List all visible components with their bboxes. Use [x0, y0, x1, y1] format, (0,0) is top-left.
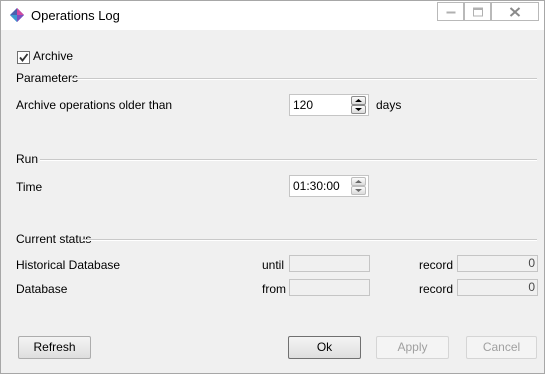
arrow-up-icon	[355, 180, 362, 183]
time-up-button[interactable]	[351, 177, 366, 186]
checkmark-icon	[19, 53, 29, 62]
parameters-divider	[72, 78, 537, 80]
parameters-section-title: Parameters	[16, 71, 79, 85]
close-button[interactable]	[491, 2, 539, 21]
minimize-button[interactable]	[437, 2, 464, 21]
time-spin[interactable]	[351, 176, 367, 196]
until-label: until	[262, 258, 285, 272]
refresh-button[interactable]: Refresh	[18, 336, 91, 359]
days-unit-label: days	[376, 98, 402, 112]
database-record-field: 0	[457, 279, 538, 296]
spin-down-button[interactable]	[351, 105, 366, 114]
archive-checkbox[interactable]	[17, 51, 30, 64]
time-label: Time	[16, 180, 43, 194]
arrow-down-icon	[355, 108, 362, 111]
maximize-icon	[472, 7, 483, 16]
time-value: 01:30:00	[293, 179, 340, 193]
cancel-button[interactable]: Cancel	[466, 336, 537, 359]
app-diamond-icon	[10, 8, 24, 22]
minimize-icon	[446, 11, 455, 13]
older-than-label: Archive operations older than	[16, 98, 173, 112]
maximize-button[interactable]	[464, 2, 491, 21]
from-label: from	[262, 282, 286, 296]
database-record-label: record	[419, 282, 454, 296]
operations-log-window: Operations Log Archive Parameters Archiv…	[0, 0, 545, 374]
title-bar[interactable]: Operations Log	[1, 1, 544, 30]
from-field	[289, 279, 370, 296]
arrow-up-icon	[355, 99, 362, 102]
dialog-content: Archive Parameters Archive operations ol…	[8, 31, 538, 367]
run-divider	[40, 159, 537, 161]
database-label: Database	[16, 282, 68, 296]
ok-button[interactable]: Ok	[288, 336, 361, 359]
time-picker[interactable]: 01:30:00	[289, 175, 369, 197]
until-field	[289, 255, 370, 272]
time-down-button[interactable]	[351, 186, 366, 195]
run-section-title: Run	[16, 152, 39, 166]
arrow-down-icon	[355, 189, 362, 192]
older-than-spin[interactable]	[351, 95, 367, 115]
current-status-divider	[82, 239, 537, 241]
historical-record-label: record	[419, 258, 454, 272]
spin-up-button[interactable]	[351, 96, 366, 105]
older-than-value: 120	[293, 98, 314, 112]
historical-database-label: Historical Database	[16, 258, 121, 272]
older-than-stepper[interactable]: 120	[289, 94, 369, 116]
window-title: Operations Log	[31, 8, 120, 23]
archive-label[interactable]: Archive	[33, 49, 73, 63]
current-status-section-title: Current status	[16, 232, 92, 246]
historical-record-field: 0	[457, 255, 538, 272]
close-icon	[509, 6, 521, 17]
apply-button[interactable]: Apply	[376, 336, 449, 359]
